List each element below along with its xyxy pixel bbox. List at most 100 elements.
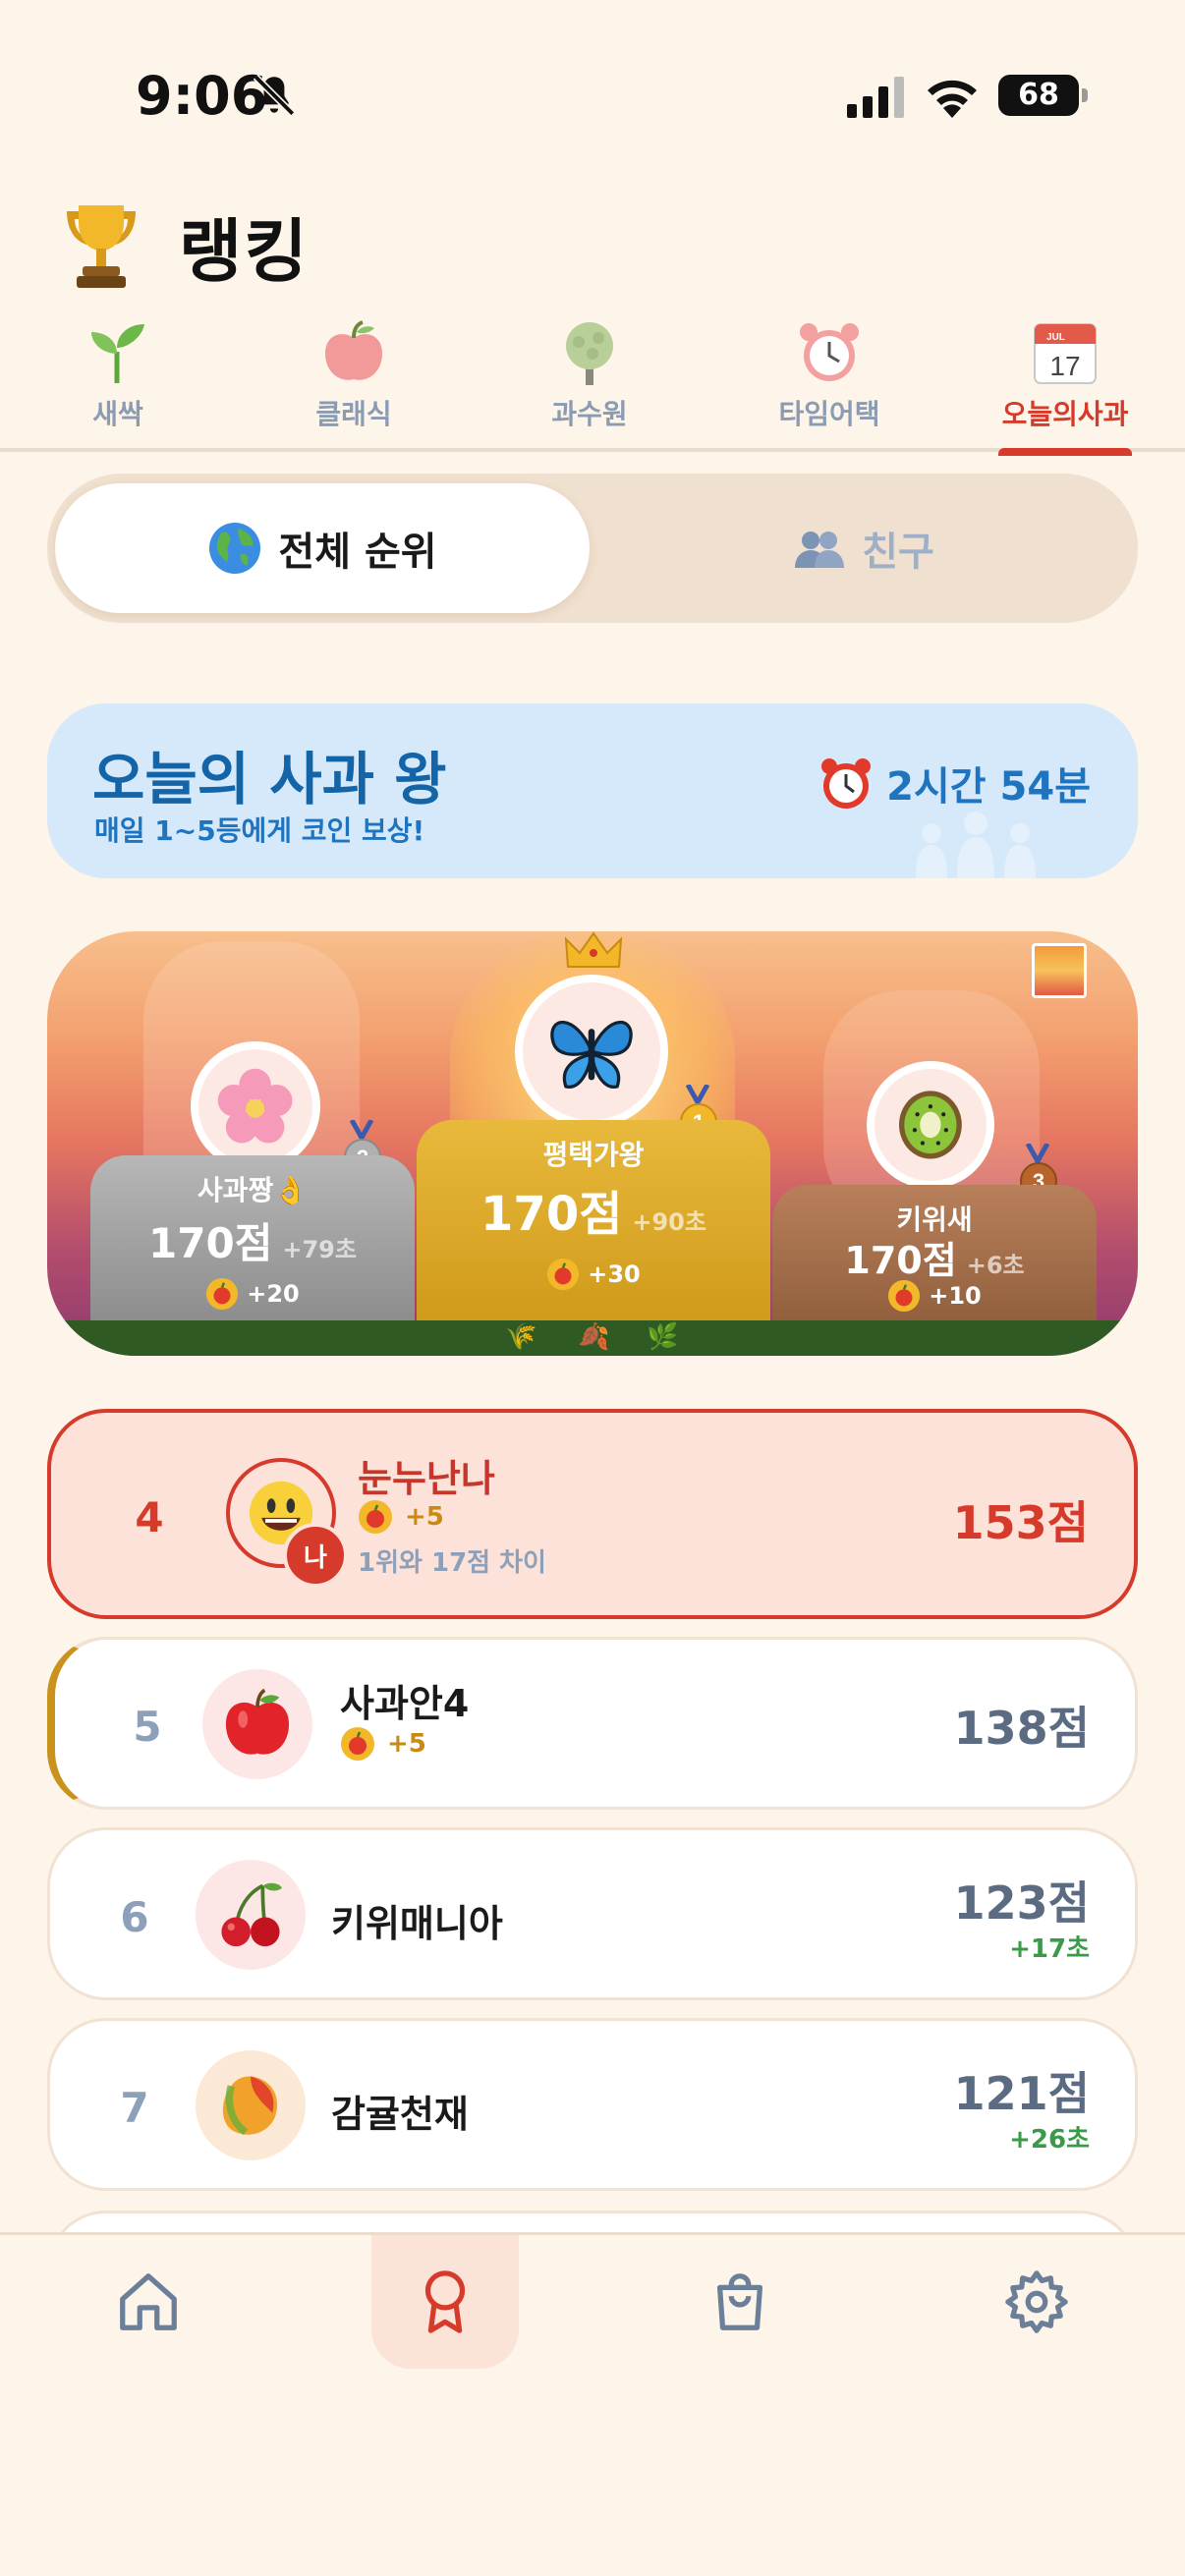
- bottom-nav: [0, 2232, 1185, 2576]
- leaf-icon: 🌿: [647, 1322, 679, 1352]
- coin-icon: [206, 1277, 239, 1311]
- crown-icon: [564, 931, 623, 968]
- second-place-avatar[interactable]: [191, 1041, 320, 1171]
- calendar-month: JUL: [1046, 332, 1065, 343]
- avatar: [202, 1669, 312, 1779]
- third-place-avatar[interactable]: [867, 1061, 994, 1189]
- player-name: 평택가왕: [542, 1139, 645, 1171]
- player-name: 키위매니아: [331, 1902, 503, 1945]
- page-title: 랭킹: [179, 210, 310, 292]
- sunset-icon: [1032, 943, 1087, 998]
- coin-icon: [888, 1279, 921, 1313]
- score-gap: 1위와 17점 차이: [358, 1548, 546, 1578]
- alarm-clock-icon: [800, 323, 859, 381]
- time-bonus: +90초: [632, 1208, 706, 1236]
- status-time: 9:06: [136, 65, 268, 127]
- nav-home[interactable]: [75, 2235, 222, 2369]
- all-ranking-label: 전체 순위: [278, 530, 437, 575]
- countdown-text: 2시간 54분: [886, 764, 1091, 810]
- player-score: 170점 +6초: [844, 1239, 1025, 1282]
- nav-ranking[interactable]: [371, 2235, 519, 2369]
- tab-sprout[interactable]: 새싹: [39, 312, 197, 452]
- all-ranking-button[interactable]: 전체 순위: [55, 483, 590, 613]
- tab-label: 과수원: [551, 398, 628, 430]
- player-name: 사과짱👌: [197, 1174, 309, 1206]
- coin-icon: [341, 1727, 374, 1761]
- butterfly-icon: [550, 1020, 633, 1089]
- time-bonus: +17초: [1009, 1934, 1090, 1964]
- tab-orchard[interactable]: 과수원: [511, 312, 668, 452]
- tab-label: 타임어택: [778, 398, 880, 430]
- shopping-bag-icon: [716, 2273, 763, 2330]
- top-three-podium: 2 1 3 사과짱👌 170점+79초: [47, 931, 1138, 1356]
- tab-todays-apple[interactable]: JUL 17 오늘의사과: [987, 312, 1144, 456]
- nav-shop[interactable]: [666, 2235, 814, 2369]
- coin-reward: +5: [358, 1499, 444, 1535]
- player-score: 170점 +79초: [148, 1219, 357, 1267]
- coin-icon: [359, 1500, 392, 1534]
- tree-icon: [566, 322, 613, 385]
- banner-title: 오늘의 사과 왕: [92, 746, 447, 812]
- me-badge: 나: [283, 1523, 348, 1588]
- podium-silhouette-icon: [916, 812, 1036, 878]
- tab-label: 클래식: [315, 398, 392, 430]
- second-place-block[interactable]: 사과짱👌 170점 +79초 +20: [90, 1155, 415, 1320]
- coin-icon: [547, 1258, 580, 1291]
- apple-icon: [325, 320, 382, 380]
- award-icon: [424, 2270, 466, 2333]
- player-score: 170점 +90초: [480, 1187, 706, 1242]
- player-name: 사과안4: [340, 1682, 470, 1725]
- sprout-icon: [91, 324, 144, 383]
- coin-reward: +10: [772, 1279, 1097, 1313]
- trophy-icon: [67, 205, 136, 288]
- status-bar: 9:06 68: [0, 0, 1185, 187]
- first-place-avatar[interactable]: [515, 975, 668, 1128]
- leaf-icon: 🌾: [505, 1322, 537, 1352]
- tab-classic[interactable]: 클래식: [275, 312, 432, 452]
- cellular-signal-icon: [847, 77, 904, 118]
- time-bonus: +26초: [1009, 2125, 1090, 2155]
- player-score: 138점: [953, 1702, 1090, 1755]
- ranking-row-me[interactable]: 4 나 눈누난나 +5 1위와 17점 차이 153점: [47, 1409, 1138, 1619]
- avatar: [196, 2050, 306, 2160]
- alarm-clock-icon: [821, 758, 872, 809]
- ranking-scope-toggle: 전체 순위 친구: [47, 474, 1138, 623]
- home-icon: [120, 2273, 177, 2330]
- avatar: [196, 1860, 306, 1970]
- coin-reward: +30: [417, 1258, 770, 1291]
- coin-reward: +5: [340, 1726, 426, 1762]
- tab-time-attack[interactable]: 타임어택: [751, 312, 908, 452]
- first-place-block[interactable]: 평택가왕 170점 +90초 +30: [417, 1120, 770, 1320]
- time-bonus: +6초: [966, 1252, 1025, 1279]
- third-place-block[interactable]: 키위새 170점 +6초 +10: [772, 1185, 1097, 1320]
- rank-number: 7: [120, 2084, 149, 2132]
- player-score: 123점: [953, 1876, 1090, 1930]
- ranking-row[interactable]: 5 사과안4 +5 138점: [47, 1637, 1138, 1810]
- coin-reward: +20: [90, 1277, 415, 1311]
- globe-icon: [209, 523, 261, 574]
- mango-icon: [222, 2076, 278, 2136]
- rank-number: 6: [120, 1893, 149, 1941]
- player-score: 121점: [953, 2067, 1090, 2120]
- people-icon: [795, 532, 845, 568]
- battery-indicator: 68: [998, 75, 1088, 116]
- cherry-blossom-icon: [218, 1069, 293, 1144]
- player-name: 눈누난나: [358, 1457, 495, 1500]
- calendar-icon: JUL 17: [1034, 323, 1097, 384]
- leaf-icon: 🍂: [578, 1322, 610, 1352]
- gear-icon: [1005, 2270, 1068, 2333]
- rank-number: 5: [133, 1703, 162, 1751]
- player-name: 감귤천재: [331, 2093, 469, 2136]
- apple-icon: [225, 1688, 290, 1755]
- kiwi-icon: [899, 1091, 962, 1159]
- wifi-icon: [928, 80, 977, 118]
- tab-label: 오늘의사과: [1001, 398, 1129, 430]
- page-header: 랭킹: [59, 196, 310, 295]
- daily-king-banner: 오늘의 사과 왕 매일 1~5등에게 코인 보상! 2시간 54분: [47, 703, 1138, 878]
- time-bonus: +79초: [282, 1236, 357, 1263]
- friends-ranking-button[interactable]: 친구: [595, 483, 1130, 613]
- nav-settings[interactable]: [963, 2235, 1110, 2369]
- ranking-row[interactable]: 6 키위매니아 123점 +17초: [47, 1827, 1138, 2000]
- mode-tabs: 새싹 클래식 과수원 타임어택 JUL 17 오늘의사과: [0, 312, 1185, 456]
- ranking-row[interactable]: 7 감귤천재 121점 +26초: [47, 2018, 1138, 2191]
